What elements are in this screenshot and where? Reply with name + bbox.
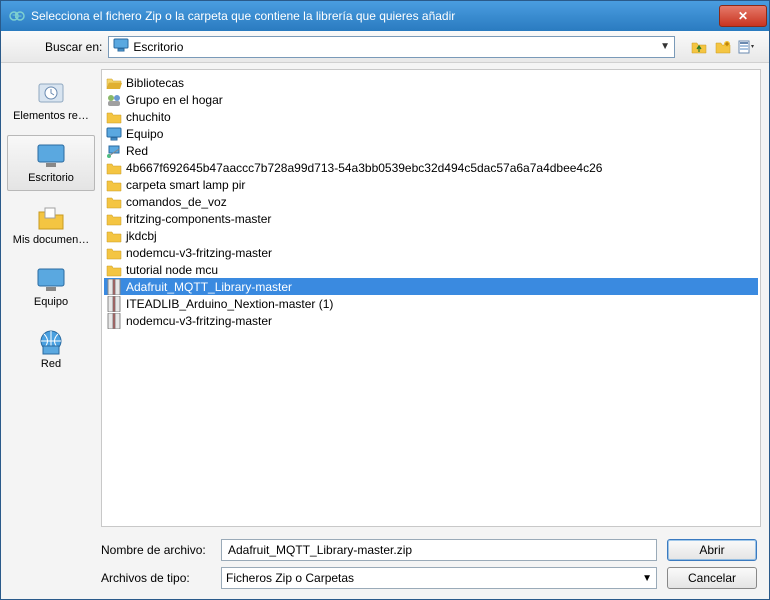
list-item[interactable]: nodemcu-v3-fritzing-master xyxy=(104,312,758,329)
file-name: jkdcbj xyxy=(126,229,157,243)
place-label: Mis documen… xyxy=(6,234,96,246)
file-name: Adafruit_MQTT_Library-master xyxy=(126,280,292,294)
close-button[interactable]: ✕ xyxy=(719,5,767,27)
places-sidebar: Elementos re… Escritorio Mis documen… Equip… xyxy=(1,63,101,533)
file-name: nodemcu-v3-fritzing-master xyxy=(126,246,272,260)
list-item[interactable]: Red xyxy=(104,142,758,159)
zip-icon xyxy=(106,279,122,295)
svg-text:-: - xyxy=(18,8,22,22)
file-name: comandos_de_voz xyxy=(126,195,227,209)
zip-icon xyxy=(106,313,122,329)
place-label: Equipo xyxy=(6,296,96,308)
place-recent[interactable]: Elementos re… xyxy=(7,73,95,129)
list-item[interactable]: Equipo xyxy=(104,125,758,142)
filetype-value: Ficheros Zip o Carpetas xyxy=(226,571,642,585)
file-name: ITEADLIB_Arduino_Nextion-master (1) xyxy=(126,297,333,311)
file-name: fritzing-components-master xyxy=(126,212,271,226)
folder-icon xyxy=(106,160,122,176)
file-name: chuchito xyxy=(126,110,171,124)
network-sm-icon xyxy=(106,143,122,159)
desktop-icon xyxy=(35,142,67,170)
folder-icon xyxy=(106,109,122,125)
folder-icon xyxy=(106,262,122,278)
titlebar: +- Selecciona el fichero Zip o la carpet… xyxy=(1,1,769,31)
place-computer[interactable]: Equipo xyxy=(7,259,95,315)
recent-icon xyxy=(35,80,67,108)
cancel-button[interactable]: Cancelar xyxy=(667,567,757,589)
list-item[interactable]: chuchito xyxy=(104,108,758,125)
filetype-dropdown[interactable]: Ficheros Zip o Carpetas ▼ xyxy=(221,567,657,589)
toolbar-icons xyxy=(689,37,757,57)
list-item[interactable]: Grupo en el hogar xyxy=(104,91,758,108)
dialog-body: Elementos re… Escritorio Mis documen… Equip… xyxy=(1,63,769,533)
new-folder-button[interactable] xyxy=(713,37,733,57)
list-item[interactable]: fritzing-components-master xyxy=(104,210,758,227)
list-item[interactable]: carpeta smart lamp pir xyxy=(104,176,758,193)
file-name: nodemcu-v3-fritzing-master xyxy=(126,314,272,328)
place-network[interactable]: Red xyxy=(7,321,95,377)
toolbar: Buscar en: Escritorio ▼ xyxy=(1,31,769,63)
list-item[interactable]: jkdcbj xyxy=(104,227,758,244)
place-label: Elementos re… xyxy=(6,110,96,122)
file-name: carpeta smart lamp pir xyxy=(126,178,245,192)
file-name: tutorial node mcu xyxy=(126,263,218,277)
file-name: 4b667f692645b47aaccc7b728a99d713-54a3bb0… xyxy=(126,161,602,175)
list-item[interactable]: ITEADLIB_Arduino_Nextion-master (1) xyxy=(104,295,758,312)
list-item[interactable]: tutorial node mcu xyxy=(104,261,758,278)
file-dialog: +- Selecciona el fichero Zip o la carpet… xyxy=(0,0,770,600)
cancel-button-label: Cancelar xyxy=(688,571,736,585)
filename-label: Nombre de archivo: xyxy=(101,543,211,557)
lookin-label: Buscar en: xyxy=(45,40,102,54)
documents-icon xyxy=(35,204,67,232)
filename-value: Adafruit_MQTT_Library-master.zip xyxy=(228,543,412,557)
open-button[interactable]: Abrir xyxy=(667,539,757,561)
list-item[interactable]: Adafruit_MQTT_Library-master xyxy=(104,278,758,295)
bottom-bar: Nombre de archivo: Adafruit_MQTT_Library… xyxy=(1,533,769,599)
folder-icon xyxy=(106,245,122,261)
app-icon: +- xyxy=(9,8,25,24)
folder-icon xyxy=(106,228,122,244)
place-desktop[interactable]: Escritorio xyxy=(7,135,95,191)
lookin-dropdown[interactable]: Escritorio ▼ xyxy=(108,36,675,58)
file-name: Red xyxy=(126,144,148,158)
group-icon xyxy=(106,92,122,108)
computer-sm-icon xyxy=(106,126,122,142)
lookin-value: Escritorio xyxy=(133,40,656,54)
file-name: Bibliotecas xyxy=(126,76,184,90)
folder-icon xyxy=(106,177,122,193)
window-title: Selecciona el fichero Zip o la carpeta q… xyxy=(31,9,719,23)
filetype-label: Archivos de tipo: xyxy=(101,571,211,585)
view-menu-button[interactable] xyxy=(737,37,757,57)
file-name: Equipo xyxy=(126,127,163,141)
list-item[interactable]: Bibliotecas xyxy=(104,74,758,91)
file-name: Grupo en el hogar xyxy=(126,93,223,107)
chevron-down-icon: ▼ xyxy=(642,573,652,584)
network-icon xyxy=(35,328,67,356)
up-folder-button[interactable] xyxy=(689,37,709,57)
file-list[interactable]: Bibliotecas Grupo en el hogar chuchito Equi… xyxy=(101,69,761,527)
chevron-down-icon: ▼ xyxy=(660,41,670,52)
list-item[interactable]: nodemcu-v3-fritzing-master xyxy=(104,244,758,261)
close-icon: ✕ xyxy=(738,9,748,23)
computer-icon xyxy=(35,266,67,294)
place-label: Red xyxy=(6,358,96,370)
list-item[interactable]: comandos_de_voz xyxy=(104,193,758,210)
list-item[interactable]: 4b667f692645b47aaccc7b728a99d713-54a3bb0… xyxy=(104,159,758,176)
zip-icon xyxy=(106,296,122,312)
place-documents[interactable]: Mis documen… xyxy=(7,197,95,253)
filename-input[interactable]: Adafruit_MQTT_Library-master.zip xyxy=(221,539,657,561)
folder-icon xyxy=(106,194,122,210)
open-button-label: Abrir xyxy=(699,543,724,557)
folder-open-icon xyxy=(106,75,122,91)
folder-icon xyxy=(106,211,122,227)
desktop-icon xyxy=(113,38,129,55)
place-label: Escritorio xyxy=(6,172,96,184)
